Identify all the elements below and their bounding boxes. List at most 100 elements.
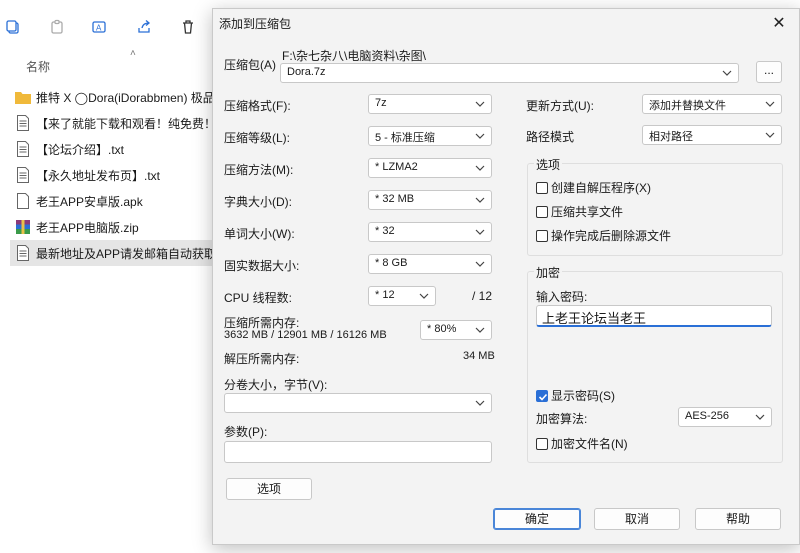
- level-select[interactable]: 5 - 标准压缩: [368, 126, 492, 146]
- file-name: 老王APP安卓版.apk: [36, 194, 143, 209]
- rename-icon[interactable]: A: [86, 14, 112, 40]
- paste-icon[interactable]: [44, 14, 70, 40]
- options-group-title: 选项: [534, 156, 563, 173]
- archive-name-combo[interactable]: Dora.7z: [280, 63, 739, 83]
- list-item[interactable]: 推特 X ◯Dora(iDorabbmen) 极品…: [10, 84, 220, 110]
- text-file-icon: [14, 114, 32, 132]
- word-size-select[interactable]: * 32: [368, 222, 492, 242]
- parameters-label: 参数(P):: [224, 425, 268, 439]
- solid-block-select[interactable]: * 8 GB: [368, 254, 492, 274]
- volume-size-combo[interactable]: [224, 393, 492, 413]
- browse-button[interactable]: ...: [756, 61, 782, 83]
- list-item[interactable]: 【来了就能下载和观看！纯免费！】: [10, 110, 220, 136]
- parameters-input[interactable]: [224, 441, 492, 463]
- dictionary-value: * 32 MB: [375, 193, 415, 205]
- create-sfx-label: 创建自解压程序(X): [551, 181, 651, 195]
- level-value: 5 - 标准压缩: [375, 132, 435, 144]
- archive-icon: [14, 218, 32, 236]
- update-mode-select[interactable]: 添加并替换文件: [642, 94, 782, 114]
- method-label: 压缩方法(M):: [224, 163, 294, 177]
- compress-shared-label: 压缩共享文件: [551, 205, 624, 219]
- ok-button[interactable]: 确定: [493, 508, 581, 530]
- folder-icon: [14, 88, 32, 106]
- word-size-label: 单词大小(W):: [224, 227, 295, 241]
- cpu-threads-total: / 12: [472, 289, 493, 303]
- compress-shared-checkbox[interactable]: 压缩共享文件: [536, 203, 623, 220]
- sort-up-icon: ˄: [130, 48, 136, 59]
- archive-path: F:\杂七杂八\电脑资料\杂图\: [282, 49, 427, 63]
- file-name: 【永久地址发布页】.txt: [36, 168, 161, 183]
- file-name: 老王APP电脑版.zip: [36, 220, 139, 235]
- chevron-down-icon: [755, 414, 765, 420]
- list-item[interactable]: 【永久地址发布页】.txt: [10, 162, 220, 188]
- checkbox-box: [536, 181, 548, 194]
- close-icon[interactable]: ✕: [769, 13, 789, 33]
- show-password-checkbox[interactable]: 显示密码(S): [536, 387, 615, 404]
- update-mode-value: 添加并替换文件: [649, 100, 726, 112]
- dictionary-select[interactable]: * 32 MB: [368, 190, 492, 210]
- encryption-method-select[interactable]: AES-256: [678, 407, 772, 427]
- checkbox-checked-icon: [536, 389, 548, 402]
- delete-icon[interactable]: [175, 14, 201, 40]
- dictionary-label: 字典大小(D):: [224, 195, 292, 209]
- cpu-threads-value: * 12: [375, 289, 395, 301]
- encryption-group-title: 加密: [534, 264, 563, 281]
- list-item[interactable]: 【论坛介绍】.txt: [10, 136, 220, 162]
- password-input[interactable]: 上老王论坛当老王: [536, 305, 772, 327]
- volume-size-label: 分卷大小，字节(V):: [224, 378, 328, 392]
- path-mode-value: 相对路径: [649, 131, 693, 143]
- file-name: 推特 X ◯Dora(iDorabbmen) 极品…: [36, 90, 220, 105]
- method-select[interactable]: * LZMA2: [368, 158, 492, 178]
- chevron-down-icon: [475, 165, 485, 171]
- list-item[interactable]: 最新地址及APP请发邮箱自动获取!: [10, 240, 220, 266]
- file-name: 【来了就能下载和观看！纯免费！】: [36, 116, 220, 131]
- chevron-down-icon: [475, 197, 485, 203]
- cancel-button[interactable]: 取消: [594, 508, 680, 530]
- chevron-down-icon: [475, 400, 485, 406]
- cpu-threads-select[interactable]: * 12: [368, 286, 436, 306]
- decompress-memory-label: 解压所需内存:: [224, 352, 300, 366]
- options-button[interactable]: 选项: [226, 478, 312, 500]
- list-item[interactable]: 老王APP安卓版.apk: [10, 188, 220, 214]
- chevron-down-icon: [475, 229, 485, 235]
- file-name: 最新地址及APP请发邮箱自动获取!: [36, 246, 220, 261]
- compress-memory-detail: 3632 MB / 12901 MB / 16126 MB: [224, 329, 387, 341]
- text-file-icon: [14, 244, 32, 262]
- share-icon[interactable]: [131, 14, 157, 40]
- archive-label: 压缩包(A): [224, 58, 276, 72]
- encrypt-names-checkbox[interactable]: 加密文件名(N): [536, 435, 628, 452]
- solid-block-value: * 8 GB: [375, 257, 408, 269]
- chevron-down-icon: [765, 101, 775, 107]
- format-label: 压缩格式(F):: [224, 99, 291, 113]
- chevron-down-icon: [475, 327, 485, 333]
- word-size-value: * 32: [375, 225, 395, 237]
- help-button[interactable]: 帮助: [695, 508, 781, 530]
- file-icon: [14, 192, 32, 210]
- format-value: 7z: [375, 97, 387, 109]
- name-column-header[interactable]: 名称: [26, 58, 50, 75]
- delete-after-label: 操作完成后删除源文件: [551, 229, 672, 243]
- checkbox-box: [536, 229, 548, 242]
- chevron-down-icon: [475, 133, 485, 139]
- update-mode-label: 更新方式(U):: [526, 99, 594, 113]
- list-item[interactable]: 老王APP电脑版.zip: [10, 214, 220, 240]
- create-sfx-checkbox[interactable]: 创建自解压程序(X): [536, 179, 651, 196]
- archive-name-value: Dora.7z: [287, 66, 326, 78]
- decompress-memory-value: 34 MB: [463, 350, 495, 362]
- format-select[interactable]: 7z: [368, 94, 492, 114]
- copy-icon[interactable]: [0, 14, 26, 40]
- text-file-icon: [14, 140, 32, 158]
- checkbox-box: [536, 205, 548, 218]
- explorer-toolbar: A: [0, 12, 220, 42]
- checkbox-box: [536, 437, 548, 450]
- method-value: * LZMA2: [375, 161, 418, 173]
- delete-after-checkbox[interactable]: 操作完成后删除源文件: [536, 227, 671, 244]
- encryption-method-label: 加密算法:: [536, 412, 588, 426]
- path-mode-select[interactable]: 相对路径: [642, 125, 782, 145]
- chevron-down-icon: [765, 132, 775, 138]
- dialog-titlebar[interactable]: 添加到压缩包 ✕: [213, 9, 799, 37]
- svg-text:A: A: [96, 24, 102, 33]
- memory-percent-select[interactable]: * 80%: [420, 320, 492, 340]
- dialog-title: 添加到压缩包: [219, 17, 292, 31]
- text-file-icon: [14, 166, 32, 184]
